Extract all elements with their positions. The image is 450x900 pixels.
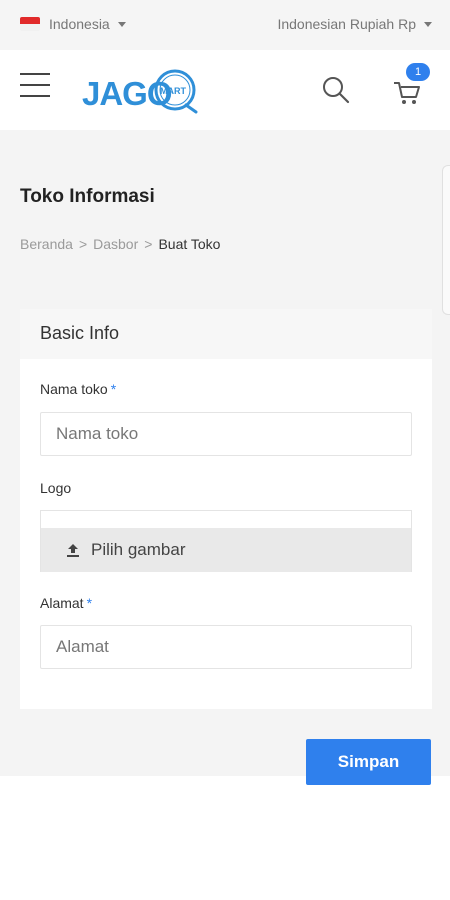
upload-icon <box>67 544 79 557</box>
breadcrumb-current: Buat Toko <box>158 236 221 252</box>
breadcrumb-separator: > <box>78 236 88 252</box>
caret-down-icon <box>424 21 432 27</box>
card-title: Basic Info <box>40 323 120 343</box>
language-selector[interactable]: Indonesia <box>20 16 126 32</box>
store-name-label: Nama toko * <box>40 381 117 397</box>
topbar: Indonesia Indonesian Rupiah Rp <box>0 0 450 50</box>
required-mark: * <box>110 381 117 397</box>
search-icon[interactable] <box>321 75 351 105</box>
breadcrumb-dashboard[interactable]: Dasbor <box>93 236 138 252</box>
address-label: Alamat * <box>40 595 93 611</box>
breadcrumb-separator: > <box>144 236 153 252</box>
site-header: JAGO MART <box>0 50 450 130</box>
caret-down-icon <box>117 21 126 27</box>
card-header: Basic Info <box>20 309 432 359</box>
logo[interactable]: JAGO MART <box>82 67 202 115</box>
choose-image-label: Pilih gambar <box>91 540 186 559</box>
currency-selector[interactable]: Indonesian Rupiah Rp <box>277 16 432 32</box>
address-input[interactable] <box>40 625 412 669</box>
store-name-input[interactable] <box>40 412 412 456</box>
choose-image-button[interactable]: Pilih gambar <box>41 528 411 572</box>
save-button[interactable]: Simpan <box>306 739 431 785</box>
logo-upload[interactable]: Pilih gambar <box>40 510 412 572</box>
flag-indonesia-icon <box>20 17 40 31</box>
currency-label: Indonesian Rupiah Rp <box>277 16 416 32</box>
breadcrumb: Beranda > Dasbor > Buat Toko <box>20 236 220 252</box>
language-label: Indonesia <box>49 16 110 32</box>
menu-icon[interactable] <box>20 73 50 99</box>
logo-text: JAGO <box>82 75 172 112</box>
side-scroll-tab[interactable] <box>442 165 450 315</box>
logo-label: Logo <box>40 480 72 496</box>
cart-count-badge: 1 <box>406 63 430 81</box>
breadcrumb-home[interactable]: Beranda <box>20 236 73 252</box>
required-mark: * <box>86 595 93 611</box>
page-title: Toko Informasi <box>20 186 155 207</box>
basic-info-card: Basic Info Nama toko* Logo Pilih gambar … <box>20 309 432 709</box>
logo-sub-text: MART <box>160 86 186 96</box>
